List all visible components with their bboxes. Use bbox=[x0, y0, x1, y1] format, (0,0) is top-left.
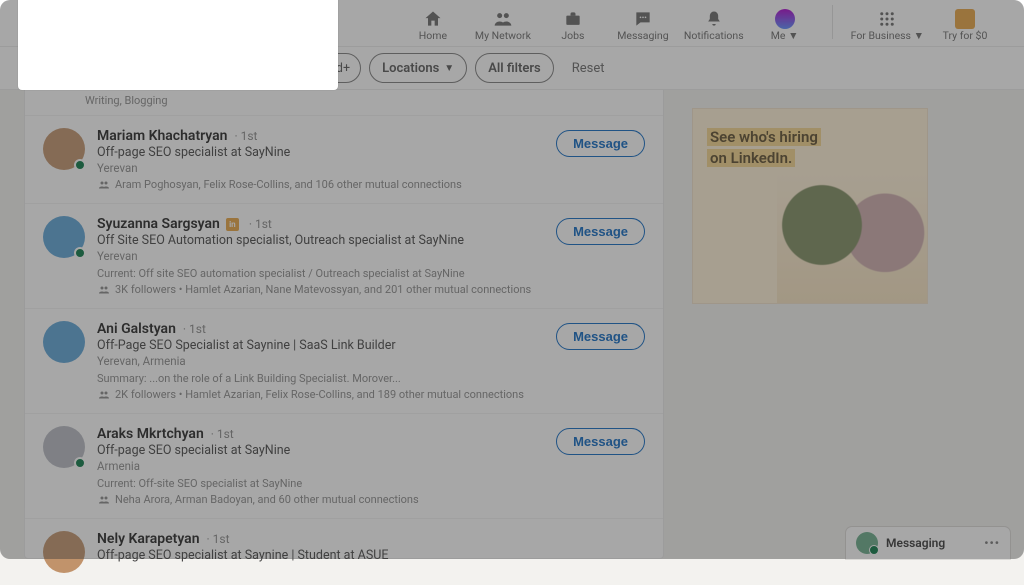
avatar[interactable] bbox=[43, 531, 85, 573]
filter-all[interactable]: All filters bbox=[475, 53, 554, 83]
nav-me[interactable]: Me ▼ bbox=[756, 5, 814, 42]
result-name[interactable]: Araks Mkrtchyan bbox=[97, 426, 204, 442]
network-icon bbox=[493, 9, 513, 29]
result-degree: · 1st bbox=[180, 322, 206, 336]
result-location: Armenia bbox=[97, 459, 645, 473]
result-mutual: Neha Arora, Arman Badoyan, and 60 other … bbox=[97, 493, 645, 506]
bell-icon bbox=[704, 9, 724, 29]
avatar-icon bbox=[856, 532, 878, 554]
search-results: Writing, Blogging Mariam Khachatryan · 1… bbox=[24, 90, 664, 559]
result-item: Mariam Khachatryan · 1st Off-page SEO sp… bbox=[25, 115, 663, 203]
people-icon bbox=[97, 389, 111, 401]
result-name[interactable]: Syuzanna Sargsyan bbox=[97, 216, 220, 232]
nav-divider bbox=[832, 5, 833, 39]
result-item: Nely Karapetyan · 1st Off-page SEO speci… bbox=[25, 518, 663, 585]
jobs-icon bbox=[563, 9, 583, 29]
nav-me-label: Me ▼ bbox=[771, 29, 799, 42]
avatar[interactable] bbox=[43, 426, 85, 468]
avatar[interactable] bbox=[43, 216, 85, 258]
people-icon bbox=[97, 284, 111, 296]
nav-try[interactable]: Try for $0 bbox=[936, 5, 994, 42]
result-item: Araks Mkrtchyan · 1st Off-page SEO speci… bbox=[25, 413, 663, 518]
filter-reset[interactable]: Reset bbox=[572, 61, 605, 76]
grid-icon bbox=[878, 10, 896, 28]
result-current: Current: Off site SEO automation special… bbox=[97, 267, 645, 280]
avatar[interactable] bbox=[43, 321, 85, 363]
skill-tags-fragment: Writing, Blogging bbox=[25, 90, 663, 115]
presence-dot bbox=[74, 247, 86, 259]
avatar-icon bbox=[775, 9, 795, 29]
people-icon bbox=[97, 179, 111, 191]
people-icon bbox=[97, 494, 111, 506]
result-item: Syuzanna Sargsyan · 1st Off Site SEO Aut… bbox=[25, 203, 663, 308]
filter-all-label: All filters bbox=[488, 61, 541, 76]
more-icon[interactable]: ••• bbox=[984, 536, 1000, 550]
nav-jobs-label: Jobs bbox=[561, 29, 584, 42]
message-button[interactable]: Message bbox=[556, 323, 645, 350]
messaging-icon bbox=[633, 9, 653, 29]
result-title: Off-page SEO specialist at Saynine | Stu… bbox=[97, 548, 645, 563]
result-location: Yerevan bbox=[97, 249, 645, 263]
result-item: Ani Galstyan · 1st Off-Page SEO Speciali… bbox=[25, 308, 663, 413]
premium-badge-icon bbox=[226, 218, 239, 231]
result-degree: · 1st bbox=[246, 217, 272, 231]
messaging-dock[interactable]: Messaging ••• bbox=[846, 527, 1010, 559]
avatar[interactable] bbox=[43, 128, 85, 170]
result-degree: · 1st bbox=[232, 129, 258, 143]
ad-text: See who's hiringon LinkedIn. bbox=[707, 127, 821, 169]
presence-dot bbox=[74, 457, 86, 469]
nav-network-label: My Network bbox=[475, 29, 531, 42]
filter-locations-label: Locations bbox=[382, 61, 439, 76]
nav-home-label: Home bbox=[419, 29, 447, 42]
nav-jobs[interactable]: Jobs bbox=[544, 5, 602, 42]
nav-messaging-label: Messaging bbox=[617, 29, 668, 42]
filter-locations[interactable]: Locations ▼ bbox=[369, 53, 467, 83]
presence-dot bbox=[74, 159, 86, 171]
nav-notifications-label: Notifications bbox=[684, 29, 744, 42]
result-location: Yerevan, Armenia bbox=[97, 354, 645, 368]
premium-icon bbox=[955, 9, 975, 29]
result-name[interactable]: Mariam Khachatryan bbox=[97, 128, 228, 144]
ad-hiring[interactable]: See who's hiringon LinkedIn. bbox=[692, 108, 928, 304]
nav-messaging[interactable]: Messaging bbox=[614, 5, 672, 42]
nav-business[interactable]: For Business ▼ bbox=[851, 5, 924, 42]
result-location: Yerevan bbox=[97, 161, 645, 175]
message-button[interactable]: Message bbox=[556, 130, 645, 157]
nav-notifications[interactable]: Notifications bbox=[684, 5, 744, 42]
result-mutual: Aram Poghosyan, Felix Rose-Collins, and … bbox=[97, 178, 645, 191]
result-name[interactable]: Ani Galstyan bbox=[97, 321, 176, 337]
result-name[interactable]: Nely Karapetyan bbox=[97, 531, 200, 547]
nav-home[interactable]: Home bbox=[404, 5, 462, 42]
nav-try-label: Try for $0 bbox=[943, 29, 988, 42]
result-degree: · 1st bbox=[208, 427, 234, 441]
message-button[interactable]: Message bbox=[556, 218, 645, 245]
nav-business-label: For Business ▼ bbox=[851, 29, 924, 42]
result-summary: Summary: ...on the role of a Link Buildi… bbox=[97, 372, 645, 385]
message-button[interactable]: Message bbox=[556, 428, 645, 455]
result-current: Current: Off-site SEO specialist at SayN… bbox=[97, 477, 645, 490]
chevron-down-icon: ▼ bbox=[444, 63, 454, 74]
result-degree: · 1st bbox=[204, 532, 230, 546]
nav-network[interactable]: My Network bbox=[474, 5, 532, 42]
result-mutual: 2K followers • Hamlet Azarian, Felix Ros… bbox=[97, 388, 645, 401]
home-icon bbox=[423, 9, 443, 29]
ad-image bbox=[777, 173, 927, 303]
result-mutual: 3K followers • Hamlet Azarian, Nane Mate… bbox=[97, 283, 645, 296]
messaging-dock-label: Messaging bbox=[886, 536, 945, 550]
